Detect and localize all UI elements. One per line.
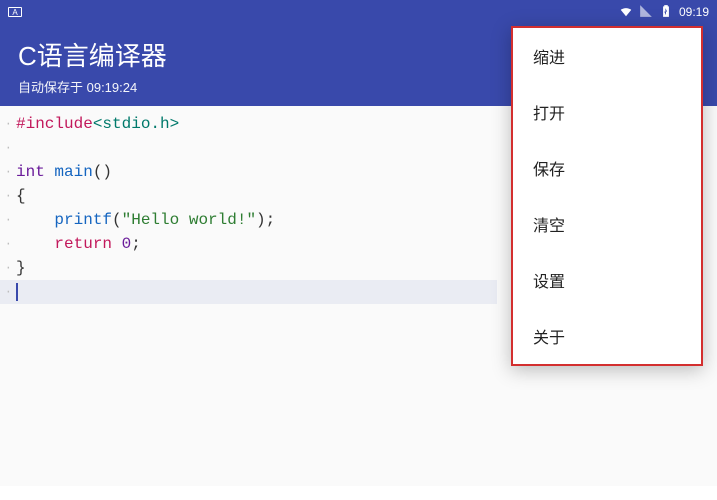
gutter: ·	[0, 136, 16, 160]
gutter: ·	[0, 256, 16, 280]
menu-item-save[interactable]: 保存	[513, 140, 701, 196]
status-right: 09:19	[619, 4, 709, 21]
menu-item-open[interactable]: 打开	[513, 84, 701, 140]
status-time: 09:19	[679, 5, 709, 19]
battery-icon	[659, 4, 673, 21]
overflow-menu: 缩进打开保存清空设置关于	[511, 26, 703, 366]
code-text[interactable]	[16, 280, 18, 304]
signal-icon	[639, 4, 653, 21]
cursor	[16, 283, 18, 301]
code-text[interactable]: return 0;	[16, 232, 141, 256]
gutter: ·	[0, 112, 16, 136]
menu-item-indent[interactable]: 缩进	[513, 28, 701, 84]
gutter: ·	[0, 184, 16, 208]
code-text[interactable]: int main()	[16, 160, 112, 184]
gutter: ·	[0, 208, 16, 232]
status-badge: A	[8, 7, 22, 17]
code-text[interactable]: {	[16, 184, 26, 208]
menu-item-about[interactable]: 关于	[513, 308, 701, 364]
code-text[interactable]: #include<stdio.h>	[16, 112, 179, 136]
menu-item-settings[interactable]: 设置	[513, 252, 701, 308]
status-left: A	[8, 7, 22, 17]
code-text[interactable]: }	[16, 256, 26, 280]
gutter: ·	[0, 280, 16, 304]
current-line-highlight	[0, 280, 497, 304]
gutter: ·	[0, 232, 16, 256]
status-bar: A 09:19	[0, 0, 717, 24]
menu-item-clear[interactable]: 清空	[513, 196, 701, 252]
code-text[interactable]: printf("Hello world!");	[16, 208, 275, 232]
gutter: ·	[0, 160, 16, 184]
wifi-icon	[619, 4, 633, 21]
